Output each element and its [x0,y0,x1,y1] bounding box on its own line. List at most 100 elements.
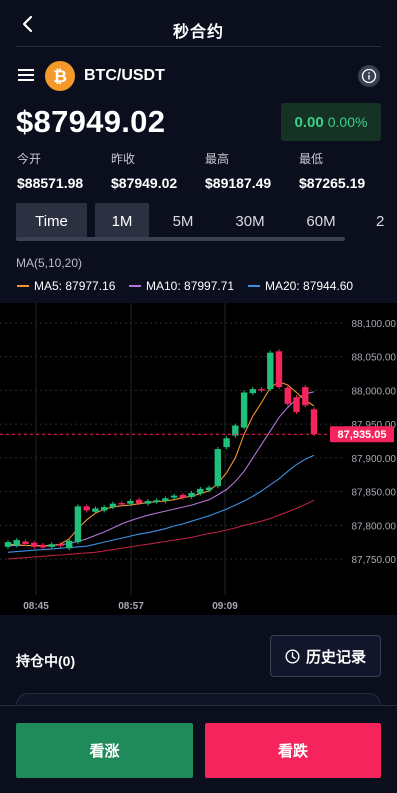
tab-60m[interactable]: 60M [293,203,349,240]
x-tick-label: 08:57 [118,601,144,612]
pair-name[interactable]: BTC/USDT [84,67,165,85]
header-divider [16,46,381,47]
candle [223,438,230,448]
candle [4,542,12,547]
candle [83,506,90,511]
candle [39,544,47,548]
ma5-legend: MA5: 87977.16 [17,279,115,293]
info-icon[interactable] [358,65,380,87]
page-title: 秒合约 [172,24,224,41]
candle [135,499,143,504]
chart-svg[interactable]: 88,100.0088,050.0088,000.0087,950.0087,9… [0,303,397,615]
candle [302,387,309,406]
history-button[interactable]: 历史记录 [270,635,381,677]
candle [267,352,274,390]
candlestick-chart[interactable]: 88,100.00 88,050.00 88,000.00 87,950.00 87,9… [0,303,397,615]
buy-up-button[interactable]: 看涨 [16,723,193,778]
position-bar: 持仓中(0) 历史记录 [0,615,397,723]
price-stats: 今开 $88571.98 昨收 $87949.02 最高 $89187.49 最… [0,150,397,195]
stat-value: $87265.19 [299,175,366,191]
header: 秒合约 [0,0,397,48]
y-tick-label: 88,100.00 [352,319,397,330]
candle [170,495,178,498]
ma20-swatch [248,285,260,287]
candle [258,389,265,391]
ma-legend: MA5: 87977.16 MA10: 87997.71 MA20: 87944… [0,279,397,295]
stat-value: $87949.02 [111,175,178,191]
stat-prev-close: 昨收 $87949.02 [111,150,177,191]
y-tick-label: 87,850.00 [352,488,397,499]
candle [179,494,187,498]
stat-open: 今开 $88571.98 [17,150,83,191]
ma10-legend: MA10: 87997.71 [129,279,234,293]
clock-icon [285,648,300,664]
candle [284,387,291,404]
tab-time[interactable]: Time [16,203,87,240]
candle [162,498,169,501]
candle [188,492,195,497]
menu-icon[interactable] [18,68,34,82]
candle [92,508,99,512]
stat-label: 最低 [299,152,324,166]
x-tick-label: 08:45 [23,601,49,612]
y-tick-label: 87,900.00 [352,454,397,465]
stat-label: 今开 [17,152,42,166]
candle [293,397,300,412]
action-bar: 看涨 看跌 [0,705,397,793]
stat-value: $88571.98 [17,175,84,191]
ma20-line [7,454,315,553]
open-positions-label: 持仓中(0) [16,653,76,669]
candle [109,503,117,508]
candle [101,507,108,511]
timeframe-tabs: Time 1M 5M 30M 60M 2 [0,203,397,243]
price-change-badge: 0.00 0.00% [281,103,381,141]
tab-30m[interactable]: 30M [222,203,278,240]
stat-label: 最高 [205,152,230,166]
candle [205,487,213,491]
price-change-percent: 0.00% [327,114,368,130]
stat-high: 最高 $89187.49 [205,150,271,191]
candle [153,500,160,502]
y-tick-label: 88,000.00 [352,386,397,397]
candle [57,544,64,546]
candle [144,501,152,504]
current-price: $87949.02 [16,104,166,139]
ma10-swatch [129,285,141,287]
candle [249,389,256,394]
ma20-legend: MA20: 87944.60 [248,279,353,293]
ma5-value: MA5: 87977.16 [34,279,116,293]
y-tick-label: 88,050.00 [352,353,397,364]
candle [127,501,134,504]
candle [31,542,38,547]
price-change-value: 0.00 [294,113,324,131]
sell-down-button[interactable]: 看跌 [205,723,381,778]
ma10-value: MA10: 87997.71 [146,279,235,293]
candle [48,544,55,547]
history-label: 历史记录 [305,648,366,666]
ma10-line [8,391,315,547]
candle [214,449,221,487]
stat-label: 昨收 [111,152,136,166]
x-tick-label: 09:09 [212,601,238,612]
y-tick-label: 87,800.00 [352,521,397,532]
candle [13,540,20,546]
stat-value: $89187.49 [205,175,272,191]
stat-low: 最低 $87265.19 [299,150,365,191]
tabs-scrollbar[interactable] [16,237,345,241]
tab-5m[interactable]: 5M [160,203,206,240]
candle [310,409,318,435]
tab-1m[interactable]: 1M [95,203,149,240]
candle [22,541,29,545]
candle [66,540,73,549]
candle [240,392,248,428]
ma5-line [7,381,315,547]
candle [197,488,204,494]
candle [118,503,125,505]
candle [275,351,283,387]
ma20-value: MA20: 87944.60 [265,279,354,293]
ma-indicator-title: MA(5,10,20) [16,256,83,270]
bitcoin-symbol: ₿ [53,67,67,87]
current-price-label: 87,935.05 [338,429,387,441]
pair-row: ₿ BTC/USDT [0,56,397,96]
tab-more[interactable]: 2 [370,203,397,240]
